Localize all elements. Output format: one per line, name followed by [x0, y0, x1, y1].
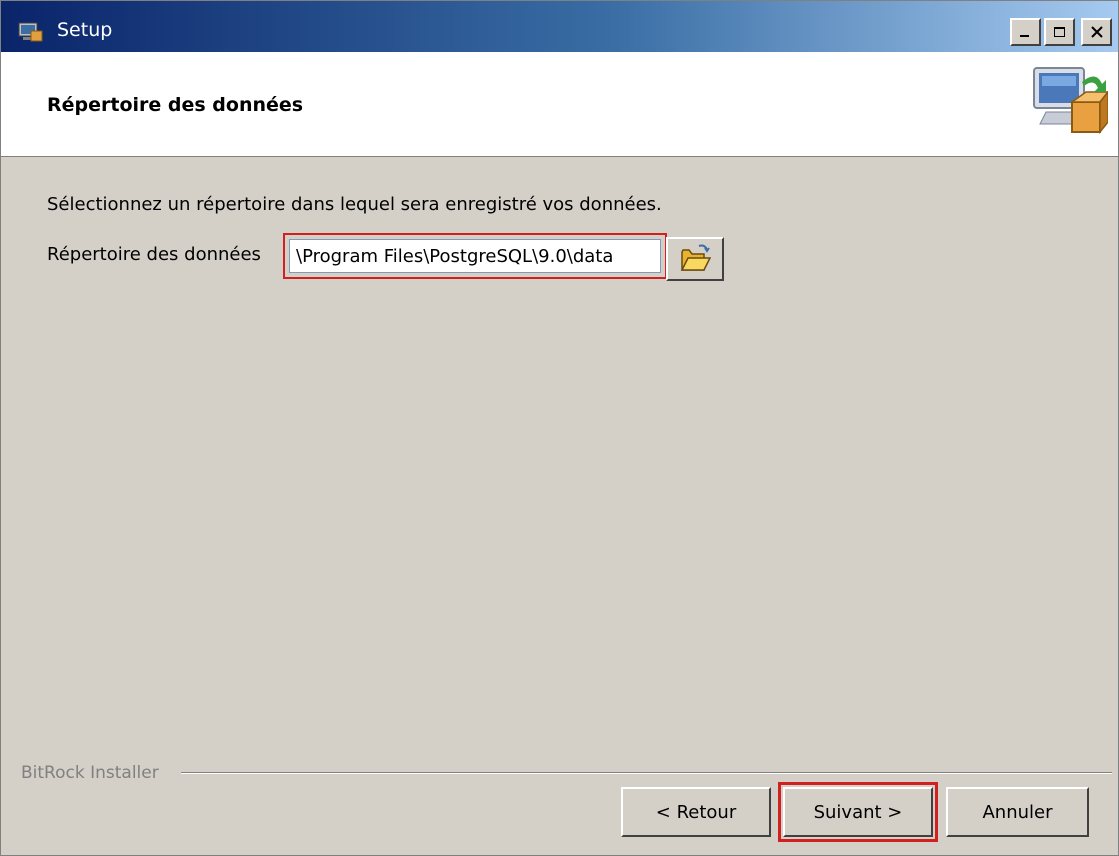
page-header: Répertoire des données [1, 52, 1118, 157]
folder-open-icon [680, 244, 711, 271]
brand-label: BitRock Installer [21, 763, 159, 783]
close-button[interactable] [1081, 18, 1112, 46]
window-title: Setup [57, 19, 113, 41]
data-dir-input[interactable] [283, 233, 667, 279]
computer-install-icon [1026, 62, 1110, 148]
back-button[interactable]: < Retour [621, 787, 771, 837]
instruction-text: Sélectionnez un répertoire dans lequel s… [47, 194, 662, 215]
cancel-button[interactable]: Annuler [946, 787, 1089, 837]
browse-button[interactable] [666, 237, 724, 281]
next-button[interactable]: Suivant > [778, 782, 938, 842]
title-bar[interactable]: Setup [1, 1, 1118, 52]
close-icon [1090, 26, 1103, 38]
minimize-icon [1019, 35, 1029, 37]
page-title: Répertoire des données [47, 94, 304, 116]
maximize-button[interactable] [1044, 18, 1075, 46]
footer-divider [181, 772, 1112, 774]
window-controls [1010, 18, 1112, 46]
setup-window: Setup Répertoire des données Sélectionne… [0, 0, 1119, 856]
data-dir-label: Répertoire des données [47, 244, 261, 265]
maximize-icon [1053, 27, 1065, 37]
minimize-button[interactable] [1010, 18, 1041, 46]
setup-app-icon [17, 21, 43, 43]
